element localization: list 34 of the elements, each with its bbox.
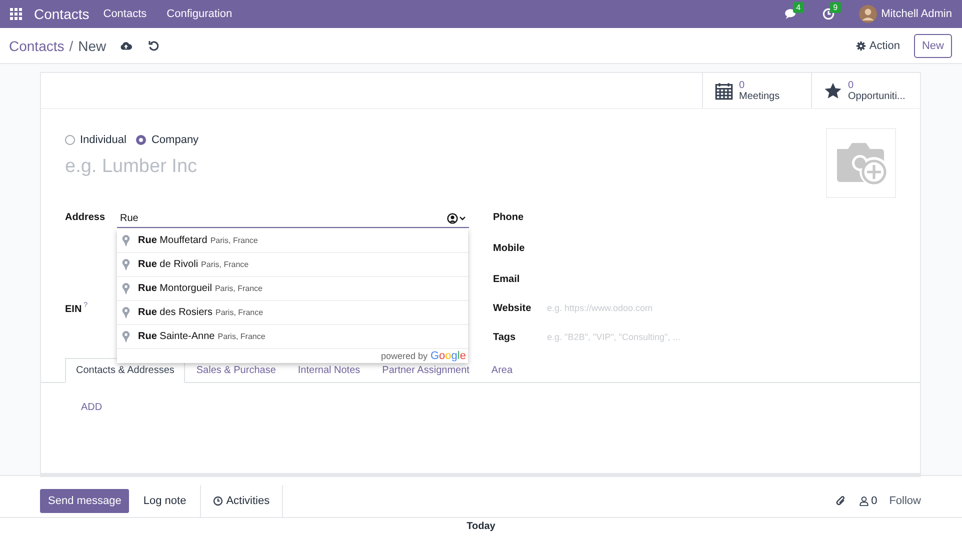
locality-text: Paris, France bbox=[214, 284, 263, 293]
field-label: Phone bbox=[493, 211, 525, 223]
date-separator: Today bbox=[466, 521, 496, 532]
message-count-badge: 4 bbox=[793, 2, 804, 13]
breadcrumb-separator: / bbox=[69, 38, 74, 54]
locality-text: Paris, France bbox=[215, 308, 264, 317]
user-name: Mitchell Admin bbox=[881, 8, 952, 20]
followers-count: 0 bbox=[871, 495, 878, 507]
locality-text: Paris, France bbox=[218, 332, 266, 341]
stat-value: 0 bbox=[739, 80, 746, 90]
breadcrumb-current: New bbox=[78, 38, 106, 54]
action-label: Action bbox=[869, 40, 900, 52]
google-logo: Google bbox=[430, 350, 466, 362]
field-label: EIN bbox=[65, 303, 82, 315]
radio-label: Individual bbox=[80, 134, 126, 146]
street-name: Rue Montorgueil bbox=[138, 283, 212, 294]
field-label: Website bbox=[493, 302, 532, 314]
street-name: Rue Mouffetard bbox=[138, 235, 208, 246]
activities-label: Activities bbox=[226, 495, 270, 507]
stat-value: 0 bbox=[848, 80, 855, 90]
activity-count-badge: 9 bbox=[830, 2, 841, 13]
radio-label: Company bbox=[151, 134, 199, 146]
stat-label: Meetings bbox=[739, 90, 780, 102]
field-label: Tags bbox=[493, 331, 517, 343]
street-name: Rue des Rosiers bbox=[138, 307, 212, 318]
powered-by-text: powered by bbox=[380, 351, 428, 361]
locality-text: Paris, France bbox=[210, 236, 258, 245]
field-label: Address bbox=[65, 211, 106, 223]
stat-label: Opportuniti... bbox=[848, 90, 906, 102]
street-name: Rue de Rivoli bbox=[138, 259, 198, 270]
field-label: Mobile bbox=[493, 242, 526, 254]
field-label: Email bbox=[493, 273, 521, 285]
locality-text: Paris, France bbox=[201, 260, 249, 269]
street-name: Rue Sainte-Anne bbox=[138, 331, 215, 342]
